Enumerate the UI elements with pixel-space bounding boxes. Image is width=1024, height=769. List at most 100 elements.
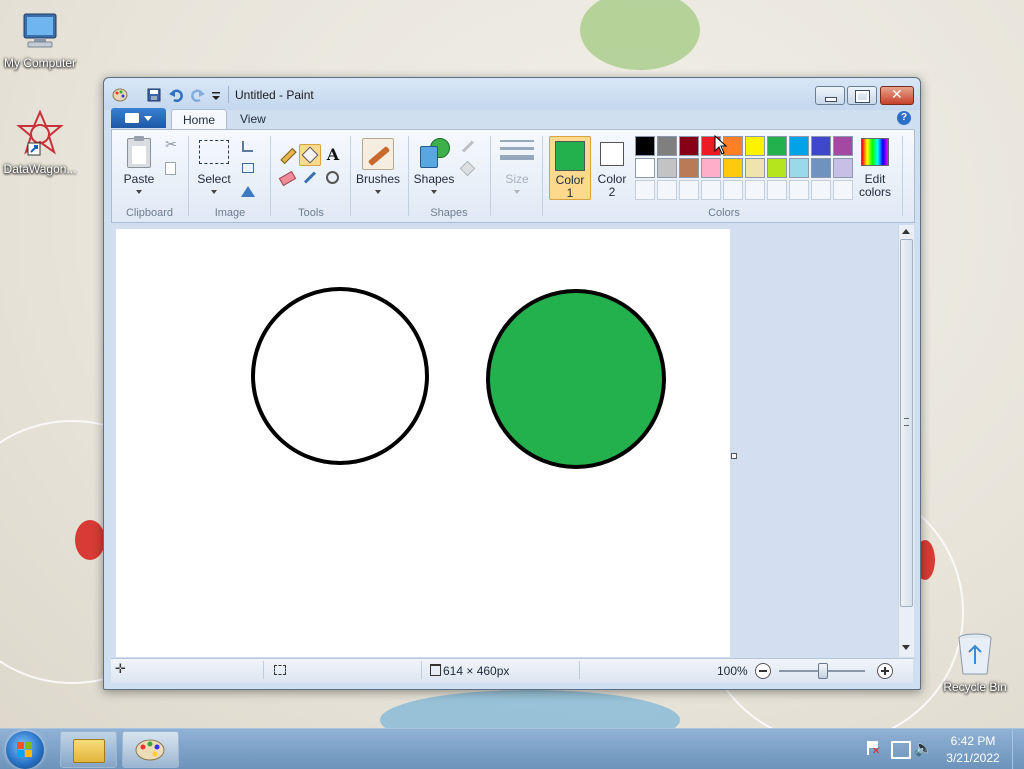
folder-icon <box>73 739 105 763</box>
help-icon[interactable]: ? <box>897 111 911 125</box>
status-separator <box>263 661 264 679</box>
desktop-icon-datawagon[interactable]: DataWagon... <box>0 109 80 176</box>
color1-button[interactable]: Color 1 <box>549 136 591 200</box>
paint-app-icon[interactable] <box>112 87 128 103</box>
customize-quick-access-icon[interactable] <box>210 87 226 103</box>
palette-swatch[interactable] <box>811 158 831 178</box>
clock-date[interactable]: 3/21/2022 <box>940 751 1006 765</box>
custom-color-slot[interactable] <box>745 180 765 200</box>
scroll-up-arrow-icon[interactable] <box>902 229 910 234</box>
palette-swatch[interactable] <box>657 158 677 178</box>
cut-button[interactable]: ✂ <box>160 136 182 158</box>
text-tool[interactable]: A <box>322 144 344 166</box>
clock-time[interactable]: 6:42 PM <box>940 734 1006 748</box>
custom-color-slot[interactable] <box>811 180 831 200</box>
palette-swatch[interactable] <box>679 158 699 178</box>
scroll-down-arrow-icon[interactable] <box>902 645 910 650</box>
minus-icon <box>759 670 767 672</box>
tab-view[interactable]: View <box>229 109 277 131</box>
selection-size-icon <box>274 665 286 675</box>
custom-color-slot[interactable] <box>701 180 721 200</box>
taskbar-paint-button[interactable] <box>122 731 179 768</box>
palette-swatch[interactable] <box>745 136 765 156</box>
show-desktop-button[interactable] <box>1012 729 1024 769</box>
zoom-out-button[interactable] <box>755 663 771 679</box>
outline-pen-icon <box>461 140 475 153</box>
zoom-in-button[interactable] <box>877 663 893 679</box>
palette-swatch[interactable] <box>679 136 699 156</box>
taskbar: ✕ 🔈 6:42 PM 3/21/2022 <box>0 728 1024 769</box>
redo-icon[interactable] <box>190 87 206 103</box>
taskbar-explorer-button[interactable] <box>60 731 117 768</box>
shapes-button[interactable]: Shapes <box>412 136 456 198</box>
save-icon[interactable] <box>146 87 162 103</box>
shapes-label: Shapes <box>413 172 455 186</box>
custom-color-slot[interactable] <box>767 180 787 200</box>
custom-color-slot[interactable] <box>635 180 655 200</box>
custom-color-slot[interactable] <box>833 180 853 200</box>
select-button[interactable]: Select <box>194 136 234 198</box>
paste-button[interactable]: Paste <box>118 136 160 198</box>
palette-swatch[interactable] <box>635 158 655 178</box>
palette-swatch[interactable] <box>833 158 853 178</box>
size-button[interactable]: Size <box>496 136 538 198</box>
fill-tool[interactable] <box>299 144 321 166</box>
resize-button[interactable] <box>237 158 259 180</box>
zoom-slider-thumb[interactable] <box>818 663 828 679</box>
paint-window: Untitled - Paint ✕ Home View ? Paste ✂ C… <box>103 77 921 690</box>
paint-menu-button[interactable] <box>111 108 166 128</box>
clipboard-group-label: Clipboard <box>125 207 174 219</box>
custom-color-slot[interactable] <box>679 180 699 200</box>
palette-swatch[interactable] <box>767 158 787 178</box>
palette-swatch[interactable] <box>657 136 677 156</box>
title-bar[interactable]: Untitled - Paint ✕ <box>104 78 920 110</box>
copy-button[interactable] <box>160 158 182 180</box>
color-picker-tool[interactable] <box>299 167 321 189</box>
custom-color-slot[interactable] <box>789 180 809 200</box>
close-button[interactable]: ✕ <box>880 86 914 105</box>
palette-swatch[interactable] <box>767 136 787 156</box>
palette-swatch[interactable] <box>789 158 809 178</box>
action-center-icon[interactable]: ✕ <box>867 741 880 757</box>
chevron-down-icon <box>211 190 217 194</box>
palette-swatch[interactable] <box>635 136 655 156</box>
close-icon: ✕ <box>891 87 903 103</box>
eraser-tool[interactable] <box>276 167 298 189</box>
ribbon-separator <box>350 136 351 216</box>
outline-button[interactable] <box>457 136 479 158</box>
canvas-resize-handle[interactable] <box>731 453 737 459</box>
fill-shape-button[interactable] <box>457 158 479 180</box>
minimize-button[interactable] <box>815 86 845 105</box>
palette-swatch[interactable] <box>723 158 743 178</box>
wallpaper-decor <box>580 0 700 70</box>
vertical-scrollbar[interactable] <box>898 225 914 657</box>
start-button[interactable] <box>6 731 44 769</box>
rotate-button[interactable] <box>237 180 259 202</box>
palette-swatch[interactable] <box>811 136 831 156</box>
crop-button[interactable] <box>237 136 259 158</box>
volume-icon[interactable]: 🔈 <box>914 739 933 757</box>
network-icon[interactable] <box>891 741 911 759</box>
canvas-size-icon <box>430 664 441 676</box>
palette-swatch[interactable] <box>701 158 721 178</box>
magnifier-icon <box>326 171 339 184</box>
edit-colors-button[interactable]: Edit colors <box>854 136 896 199</box>
palette-swatch[interactable] <box>789 136 809 156</box>
brushes-button[interactable]: Brushes <box>356 136 400 198</box>
scrollbar-thumb[interactable] <box>900 239 913 607</box>
drawing-canvas[interactable] <box>116 229 730 657</box>
maximize-button[interactable] <box>847 86 877 105</box>
desktop-icon-recycle-bin[interactable]: Recycle Bin <box>935 630 1015 694</box>
undo-icon[interactable] <box>168 87 184 103</box>
custom-color-slot[interactable] <box>657 180 677 200</box>
magnifier-tool[interactable] <box>322 167 344 189</box>
custom-color-slot[interactable] <box>723 180 743 200</box>
white-circle <box>251 287 429 465</box>
title-separator <box>228 86 229 103</box>
desktop-icon-my-computer[interactable]: My Computer <box>0 10 80 70</box>
palette-swatch[interactable] <box>745 158 765 178</box>
pencil-tool[interactable] <box>276 144 298 166</box>
palette-swatch[interactable] <box>833 136 853 156</box>
color2-button[interactable]: Color 2 <box>592 136 632 199</box>
tools-group-label: Tools <box>298 207 324 219</box>
